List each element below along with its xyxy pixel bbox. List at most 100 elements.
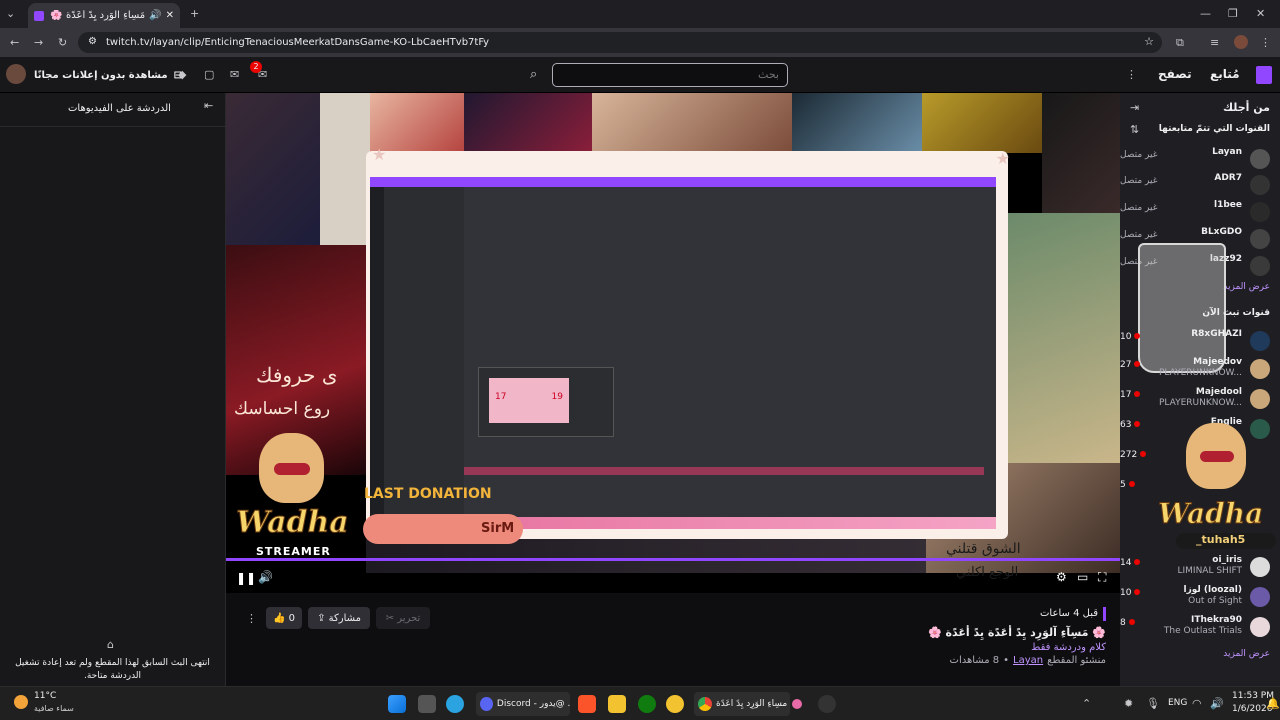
brightness-icon[interactable]: ✹: [1124, 697, 1133, 710]
activity-feed-icon[interactable]: ▢: [204, 68, 214, 81]
viewer-count: 10: [1120, 332, 1141, 342]
new-tab-icon[interactable]: +: [190, 7, 199, 20]
for-you-header: من أجلك: [1223, 101, 1270, 114]
collage-arabic-text: الوجع اكلني: [956, 565, 1019, 580]
live-dot-icon: [1134, 391, 1141, 397]
collapse-sidebar-icon[interactable]: ⇥: [1130, 101, 1139, 114]
discord-taskbar-button[interactable]: Discord - يدور@ ...: [476, 692, 570, 716]
back-icon[interactable]: ←: [10, 36, 19, 49]
followed-channel[interactable]: Layan غير متصل: [1120, 147, 1270, 173]
close-tab-icon[interactable]: ✕: [166, 10, 174, 21]
minimize-icon[interactable]: —: [1200, 7, 1211, 20]
edit-button[interactable]: تحرير ✂: [376, 607, 430, 629]
weather-icon[interactable]: [14, 695, 28, 709]
theatre-mode-icon[interactable]: ▭: [1077, 570, 1088, 584]
bookmark-star-icon[interactable]: ☆: [1144, 35, 1154, 48]
wifi-icon[interactable]: ◠: [1192, 697, 1202, 710]
reading-list-icon[interactable]: ≡: [1210, 36, 1219, 49]
speaker-icon[interactable]: 🔊: [1210, 697, 1224, 710]
collage-tile: [1006, 213, 1120, 463]
more-options-icon[interactable]: ⋮: [246, 612, 257, 625]
twitch-logo-icon[interactable]: [1256, 66, 1272, 84]
notifications-bell-icon[interactable]: 🔔: [1266, 697, 1280, 710]
creator-label: منشئو المقطع: [1047, 655, 1106, 666]
xbox-icon[interactable]: [638, 695, 656, 713]
browser-menu-icon[interactable]: ⋮: [1260, 36, 1271, 49]
start-icon[interactable]: [388, 695, 406, 713]
live-channel[interactable]: Majeedov PLAYERUNKNOW... 27: [1120, 357, 1270, 383]
chat-divider: [0, 126, 225, 127]
collapse-chat-icon[interactable]: ⇤: [204, 99, 213, 112]
followed-channel[interactable]: l1bee غير متصل: [1120, 200, 1270, 226]
creator-link[interactable]: Layan: [1013, 655, 1043, 666]
following-link[interactable]: مُتابع: [1210, 67, 1240, 81]
show-more-live-link[interactable]: عرض المزيد: [1223, 649, 1270, 659]
clip-title: 🌸 مَسِآءِ آلوَرِد يِدً أعَدًة يِدً أعَدً…: [928, 626, 1106, 639]
collage-tile: [792, 93, 922, 153]
fullscreen-icon[interactable]: ⛶: [1098, 570, 1106, 585]
mute-tab-icon[interactable]: 🔊: [149, 10, 161, 21]
prime-crown-icon[interactable]: ◆: [178, 68, 186, 81]
live-channel[interactable]: لوزا (loozal) Out of Sight 10: [1120, 585, 1270, 611]
live-dot-icon: [1134, 589, 1141, 595]
url-field[interactable]: ⚙ twitch.tv/layan/clip/EnticingTenacious…: [78, 32, 1162, 53]
share-button[interactable]: مشاركة ⇪: [308, 607, 370, 629]
live-dot-icon: [1128, 481, 1135, 487]
maximize-icon[interactable]: ❐: [1228, 7, 1238, 20]
collage-tile: [464, 93, 592, 153]
profile-avatar[interactable]: [1234, 35, 1248, 49]
channel-status: غير متصل: [1120, 230, 1158, 240]
video-player[interactable]: ى حروفك روع احساسك الشوق قتلني الوجع اكل…: [226, 93, 1120, 593]
viewer-count: 8: [1120, 618, 1135, 628]
user-avatar[interactable]: [6, 64, 26, 84]
discord-server-list: [370, 187, 384, 517]
ad-free-button[interactable]: مشاهدة بدون إعلانات مجانًا ⊟: [34, 65, 182, 85]
brave-icon[interactable]: [578, 695, 596, 713]
tray-chevron-icon[interactable]: ⌃: [1082, 697, 1091, 710]
show-more-link[interactable]: عرض المزيد: [1223, 282, 1270, 292]
sort-icon[interactable]: ⇅: [1130, 123, 1139, 136]
channel-avatar: [1250, 331, 1270, 351]
mic-icon[interactable]: 🎙: [1146, 697, 1160, 710]
live-channel[interactable]: oi_iris LIMINAL SHIFT 14: [1120, 555, 1270, 581]
browse-link[interactable]: تصفح: [1158, 67, 1192, 81]
more-menu-icon[interactable]: ⋮: [1126, 68, 1137, 81]
pinned-app-icon[interactable]: [792, 699, 802, 709]
like-button[interactable]: 0 👍: [266, 607, 302, 629]
chrome-taskbar-button[interactable]: مسِآءِ آلوَرِد يِدً أعَدًة: [694, 692, 790, 716]
viewer-count: 272: [1120, 450, 1147, 460]
progress-track[interactable]: [226, 558, 1120, 561]
close-window-icon[interactable]: ✕: [1256, 7, 1265, 20]
task-view-icon[interactable]: [418, 695, 436, 713]
channel-game: The Outlast Trials: [1163, 626, 1242, 636]
live-channel[interactable]: R8xGHAZI 10: [1120, 329, 1270, 355]
forward-icon[interactable]: →: [34, 36, 43, 49]
reload-icon[interactable]: ↻: [58, 36, 67, 49]
settings-icon[interactable]: ⚙: [1056, 570, 1067, 584]
thumbs-up-icon: 👍: [273, 612, 286, 624]
live-channel[interactable]: Majedool PLAYERUNKNOW... 17: [1120, 387, 1270, 413]
browser-tab[interactable]: مَسِآءِ آلوَرِد يِدً أعَدًة 🌸 ✿ 🔊 ✕: [28, 3, 180, 28]
channel-name: Majeedov: [1193, 357, 1242, 367]
clip-time: قبل 4 ساعات: [1040, 608, 1098, 619]
app-icon[interactable]: [666, 695, 684, 713]
channel-avatar: [1250, 229, 1270, 249]
tab-list-icon[interactable]: ⌄: [6, 7, 15, 20]
clip-category-link[interactable]: كلام ودردشة فقط: [1031, 642, 1106, 653]
tab-title: مَسِآءِ آلوَرِد يِدً أعَدًة 🌸 ✿: [48, 10, 146, 21]
language-indicator[interactable]: ENG: [1168, 698, 1187, 708]
search-input[interactable]: [552, 63, 788, 87]
extensions-icon[interactable]: ⧉: [1176, 36, 1184, 50]
followed-channel[interactable]: ADR7 غير متصل: [1120, 173, 1270, 199]
file-explorer-icon[interactable]: [608, 695, 626, 713]
site-info-icon[interactable]: ⚙: [88, 36, 97, 47]
obs-icon[interactable]: [818, 695, 836, 713]
volume-icon[interactable]: 🔊: [258, 570, 273, 584]
whispers-icon[interactable]: ✉: [230, 68, 239, 81]
live-channel[interactable]: IThekra90 The Outlast Trials 8: [1120, 615, 1270, 641]
live-dot-icon: [1140, 451, 1147, 457]
telegram-icon[interactable]: [446, 695, 464, 713]
pause-icon[interactable]: ❚❚: [236, 571, 256, 585]
channel-avatar: [1250, 149, 1270, 169]
search-icon[interactable]: ⌕: [530, 67, 537, 82]
